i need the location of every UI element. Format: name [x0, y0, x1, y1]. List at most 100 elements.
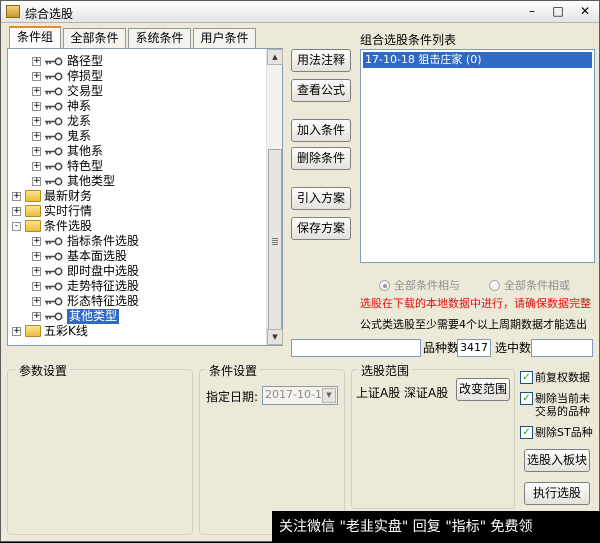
selected-count-label: 选中数 [495, 341, 532, 355]
key-icon [45, 87, 63, 96]
combo-condition-list[interactable]: 17-10-18 狙击庄家 (0) [360, 49, 595, 263]
collapse-icon[interactable]: - [12, 222, 21, 231]
tree-item[interactable]: + 即时盘中选股 [8, 264, 266, 279]
key-icon [45, 267, 63, 276]
key-icon [45, 117, 63, 126]
progress-field [291, 339, 421, 357]
tree-item[interactable]: + 基本面选股 [8, 249, 266, 264]
date-value: 2017-10-18 [265, 388, 329, 401]
tree-item[interactable]: + 最新财务 [8, 189, 266, 204]
range-group: 选股范围 上证A股 深证A股 改变范围 [351, 362, 515, 509]
tree-item-label: 即时盘中选股 [67, 264, 140, 278]
exclude-st-checkbox[interactable]: ✓ [520, 426, 533, 439]
tree-item[interactable]: + 其他类型 [8, 309, 266, 324]
tree-item[interactable]: + 实时行情 [8, 204, 266, 219]
tree-item[interactable]: + 停损型 [8, 69, 266, 84]
radio-all-or[interactable]: 全部条件相或 [489, 277, 570, 293]
list-item[interactable]: 17-10-18 狙击庄家 (0) [363, 52, 592, 68]
tree-item-label: 条件选股 [44, 219, 93, 233]
add-to-block-button[interactable]: 选股入板块 [524, 449, 590, 472]
scroll-up-arrow-icon[interactable]: ▲ [267, 49, 283, 65]
expand-icon[interactable]: + [32, 117, 41, 126]
range-group-title: 选股范围 [358, 362, 413, 379]
tree-item-label: 形态特征选股 [67, 294, 140, 308]
tree-item[interactable]: + 神系 [8, 99, 266, 114]
tree-item-label: 其他系 [67, 144, 104, 158]
exclude-st-label: 剔除ST品种 [535, 426, 593, 439]
tree-item[interactable]: + 交易型 [8, 84, 266, 99]
combo-list-title: 组合选股条件列表 [360, 33, 457, 47]
tree-item[interactable]: + 指标条件选股 [8, 234, 266, 249]
tree-item[interactable]: + 鬼系 [8, 129, 266, 144]
tree-item[interactable]: + 其他系 [8, 144, 266, 159]
radio-all-and[interactable]: 全部条件相与 [379, 277, 460, 293]
tree-item[interactable]: + 形态特征选股 [8, 294, 266, 309]
tree-item[interactable]: + 其他类型 [8, 174, 266, 189]
radio-dot-icon [379, 280, 390, 291]
expand-icon[interactable]: + [12, 207, 21, 216]
scrollbar-thumb[interactable] [268, 149, 282, 334]
save-plan-button[interactable]: 保存方案 [291, 217, 351, 240]
expand-icon[interactable]: + [32, 147, 41, 156]
params-group-title: 参数设置 [16, 362, 71, 379]
tree-item[interactable]: + 路径型 [8, 54, 266, 69]
expand-icon[interactable]: + [32, 102, 41, 111]
tree-item[interactable]: + 龙系 [8, 114, 266, 129]
key-icon [45, 252, 63, 261]
data-warning-text: 选股在下载的本地数据中进行，请确保数据完整 [360, 297, 591, 310]
minimize-button[interactable]: – [519, 2, 545, 21]
restore-data-checkbox[interactable]: ✓ [520, 371, 533, 384]
condition-settings-title: 条件设置 [206, 362, 261, 379]
expand-icon[interactable]: + [12, 327, 21, 336]
expand-icon[interactable]: + [32, 87, 41, 96]
expand-icon[interactable]: + [32, 57, 41, 66]
tree-item-label: 五彩K线 [44, 324, 88, 338]
add-condition-button[interactable]: 加入条件 [291, 119, 351, 142]
expand-icon[interactable]: + [32, 297, 41, 306]
expand-icon[interactable]: + [32, 177, 41, 186]
tab-condition-group[interactable]: 条件组 [9, 26, 61, 49]
expand-icon[interactable]: + [32, 282, 41, 291]
expand-icon[interactable]: + [12, 192, 21, 201]
key-icon [45, 282, 63, 291]
run-selection-button[interactable]: 执行选股 [524, 482, 590, 505]
expand-icon[interactable]: + [32, 237, 41, 246]
scroll-down-arrow-icon[interactable]: ▼ [267, 329, 283, 345]
period-note-text: 公式类选股至少需要4个以上周期数据才能选出 [360, 318, 587, 331]
expand-icon[interactable]: + [32, 312, 41, 321]
expand-icon[interactable]: + [32, 72, 41, 81]
folder-icon [25, 190, 41, 202]
import-plan-button[interactable]: 引入方案 [291, 187, 351, 210]
tree-item[interactable]: + 走势特征选股 [8, 279, 266, 294]
tree-scrollbar[interactable]: ▲ ▼ [266, 49, 283, 345]
tree-item-label: 交易型 [67, 84, 104, 98]
tree-item-label: 鬼系 [67, 129, 92, 143]
folder-icon [25, 220, 41, 232]
view-formula-button[interactable]: 查看公式 [291, 79, 351, 102]
expand-icon[interactable]: + [32, 132, 41, 141]
key-icon [45, 57, 63, 66]
restore-data-label: 前复权数据 [535, 371, 590, 384]
tree-item-label: 指标条件选股 [67, 234, 140, 248]
dropdown-arrow-icon[interactable]: ▼ [322, 388, 336, 403]
tab-system-conditions[interactable]: 系统条件 [128, 28, 191, 49]
expand-icon[interactable]: + [32, 162, 41, 171]
change-range-button[interactable]: 改变范围 [456, 378, 510, 401]
date-picker[interactable]: 2017-10-18 ▼ [262, 386, 338, 405]
expand-icon[interactable]: + [32, 252, 41, 261]
tree-item[interactable]: - 条件选股 [8, 219, 266, 234]
delete-condition-button[interactable]: 删除条件 [291, 147, 351, 170]
formula-note-button[interactable]: 用法注释 [291, 49, 351, 72]
tab-user-conditions[interactable]: 用户条件 [193, 28, 256, 49]
expand-icon[interactable]: + [32, 267, 41, 276]
tree-item[interactable]: + 五彩K线 [8, 324, 266, 339]
maximize-button[interactable]: □ [545, 2, 571, 21]
tab-all-conditions[interactable]: 全部条件 [63, 28, 126, 49]
tree-item[interactable]: + 特色型 [8, 159, 266, 174]
exclude-untraded-checkbox[interactable]: ✓ [520, 392, 533, 405]
tree-item-label: 神系 [67, 99, 92, 113]
market-range-text: 上证A股 深证A股 [356, 386, 449, 400]
close-button[interactable]: ✕ [571, 2, 599, 21]
condition-tree[interactable]: + 路径型 + 停损型 + 交易型 + 神系 + 龙系 + 鬼系 + 其他系 + 特色型 + 其他类型 + 最新财务 +… [7, 48, 283, 346]
radio-dot-icon [489, 280, 500, 291]
